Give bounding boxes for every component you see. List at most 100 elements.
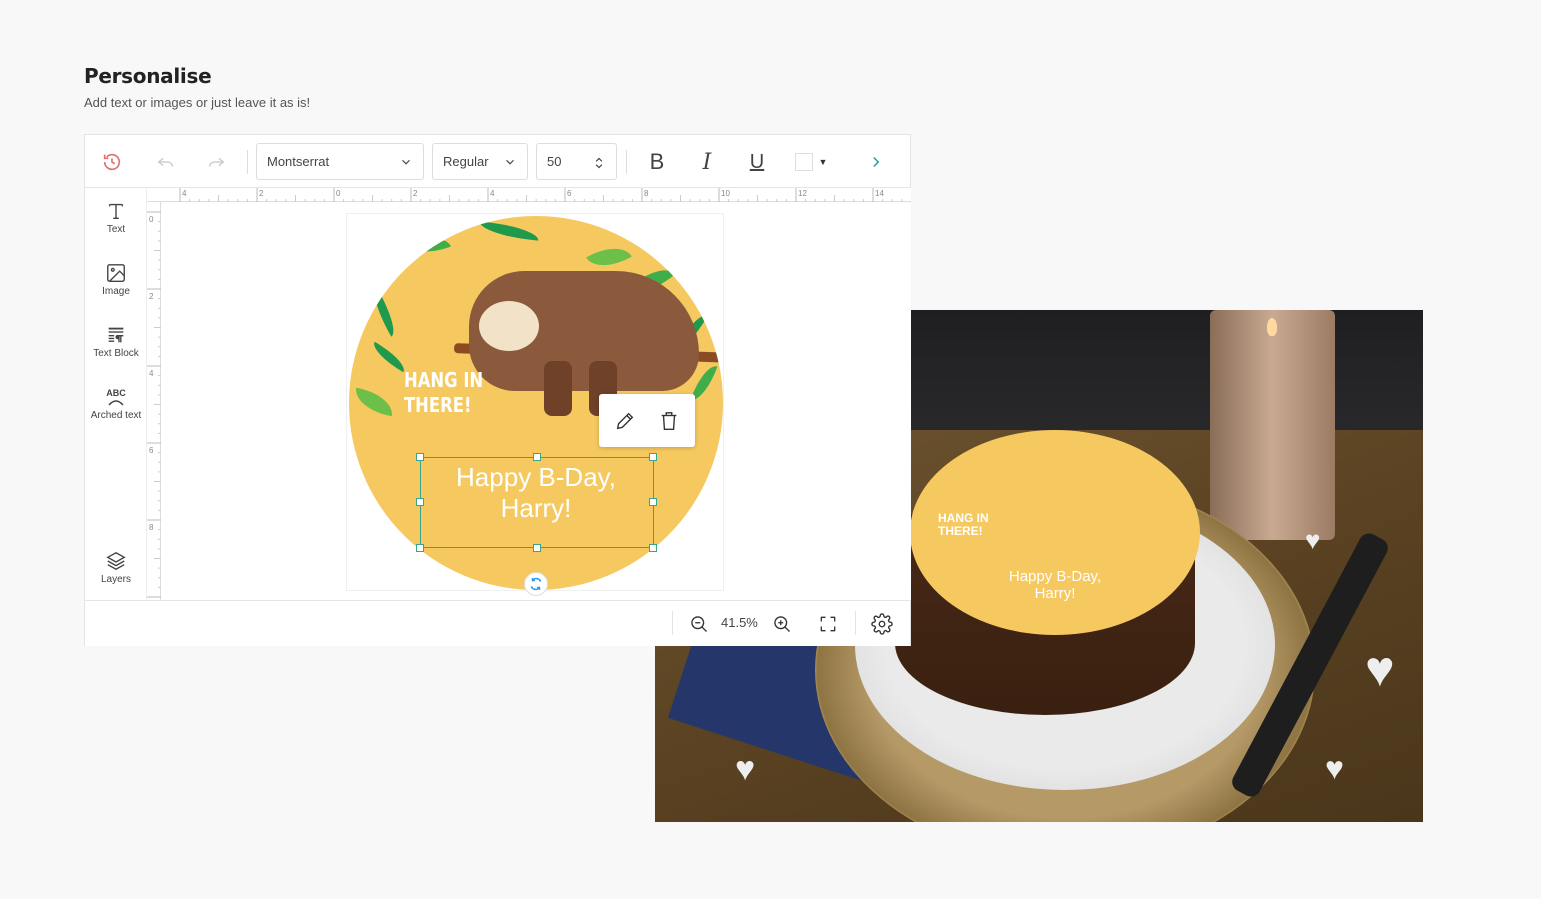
leaf-decoration (478, 221, 540, 241)
zoom-level: 41.5% (721, 615, 758, 630)
resize-handle-se[interactable] (649, 544, 657, 552)
resize-handle-nw[interactable] (416, 453, 424, 461)
sidebar-item-label: Text (106, 224, 126, 235)
photo-heart: ♥ (735, 750, 756, 788)
font-weight-value: Regular (443, 154, 489, 169)
rotate-icon (530, 577, 542, 591)
toolbar-divider (626, 150, 627, 174)
ruler-label: 2 (413, 189, 418, 198)
resize-handle-e[interactable] (649, 498, 657, 506)
ruler-label: 0 (149, 215, 154, 224)
undo-icon[interactable] (153, 149, 179, 175)
cake-text: Happy B-Day, Harry! (910, 568, 1200, 602)
chevron-right-icon[interactable] (863, 149, 889, 175)
sidebar-item-image[interactable]: Image (85, 262, 147, 297)
sidebar-item-arched-text[interactable]: ABC Arched text (85, 386, 147, 421)
cake-text-line1: Happy B-Day, (1008, 568, 1102, 585)
pencil-icon[interactable] (611, 407, 639, 435)
photo-candle (1210, 310, 1335, 540)
selection-box[interactable] (420, 457, 654, 548)
headline-line2: THERE! (404, 393, 472, 417)
ruler-label: 2 (149, 292, 154, 301)
sidebar-item-text[interactable]: Text (85, 200, 147, 235)
tools-sidebar: Text Image Text Block ABC Arched text La… (85, 188, 147, 600)
cake-text-line2: Harry! (1034, 585, 1076, 602)
cake-headline: HANG IN THERE! (938, 512, 989, 538)
design-editor: Montserrat Regular 50 B I U ▼ Text Image… (84, 134, 941, 665)
font-family-value: Montserrat (267, 154, 330, 169)
stepper-arrows-icon[interactable] (592, 155, 606, 171)
resize-handle-sw[interactable] (416, 544, 424, 552)
toolbar-divider (247, 150, 248, 174)
ruler-label: 4 (149, 369, 154, 378)
ruler-label: 0 (336, 189, 341, 198)
font-family-select[interactable]: Montserrat (256, 143, 424, 180)
leaf-decoration (366, 287, 402, 337)
photo-cake-topper: HANG IN THERE! Happy B-Day, Harry! (910, 430, 1200, 635)
image-icon (107, 264, 125, 282)
rotate-handle[interactable] (524, 572, 548, 596)
sloth-leg (544, 361, 572, 416)
chevron-down-icon (402, 159, 410, 165)
bottom-divider (672, 611, 673, 635)
ruler-label: 2 (259, 189, 264, 198)
ruler-label: 10 (721, 189, 730, 198)
zoom-in-icon[interactable] (771, 613, 793, 635)
sidebar-item-label: Image (102, 286, 130, 297)
text-icon (108, 203, 124, 220)
sidebar-item-label: Arched text (90, 410, 142, 421)
text-block-icon (108, 327, 124, 343)
sidebar-item-text-block[interactable]: Text Block (85, 324, 147, 359)
leaf-decoration (407, 229, 451, 261)
italic-button[interactable]: I (694, 149, 720, 175)
sloth-face (479, 301, 539, 351)
ruler-label: 8 (149, 523, 154, 532)
design-headline: HANG IN THERE! (404, 368, 483, 418)
design-canvas[interactable]: HANG IN THERE! Happy B-Day, Harry! (161, 203, 911, 600)
zoom-out-icon[interactable] (688, 613, 710, 635)
bold-button[interactable]: B (644, 149, 670, 175)
gear-icon[interactable] (871, 613, 893, 635)
resize-handle-ne[interactable] (649, 453, 657, 461)
svg-text:ABC: ABC (106, 388, 126, 398)
resize-handle-w[interactable] (416, 498, 424, 506)
artboard: HANG IN THERE! Happy B-Day, Harry! (346, 213, 724, 596)
trash-icon[interactable] (655, 407, 683, 435)
resize-handle-s[interactable] (533, 544, 541, 552)
bottom-divider (855, 611, 856, 635)
caret-down-icon: ▼ (818, 157, 828, 167)
cake-headline-line2: THERE! (938, 524, 983, 538)
underline-button[interactable]: U (744, 149, 770, 175)
editor-toolbar: Montserrat Regular 50 B I U ▼ (85, 135, 910, 188)
photo-flame (1267, 318, 1277, 336)
page-subtitle: Add text or images or just leave it as i… (84, 95, 311, 110)
headline-line1: HANG IN (404, 368, 484, 392)
ruler-label: 6 (149, 446, 154, 455)
font-size-stepper[interactable]: 50 (536, 143, 617, 180)
resize-handle-n[interactable] (533, 453, 541, 461)
ruler-label: 4 (490, 189, 495, 198)
ruler-label: 4 (182, 189, 187, 198)
arched-text-icon: ABC (106, 388, 126, 406)
color-swatch (794, 153, 813, 171)
sidebar-item-label: Text Block (93, 348, 139, 359)
font-weight-select[interactable]: Regular (432, 143, 528, 180)
page-title: Personalise (84, 64, 212, 88)
photo-heart: ♥ (1365, 641, 1395, 697)
fullscreen-icon[interactable] (817, 613, 839, 635)
photo-heart: ♥ (1305, 525, 1321, 555)
font-size-value: 50 (547, 154, 562, 169)
chevron-down-icon (506, 159, 514, 165)
redo-icon[interactable] (203, 149, 229, 175)
sidebar-item-layers[interactable]: Layers (85, 550, 147, 585)
horizontal-ruler: 4 2 0 2 4 6 8 10 12 14 (147, 188, 941, 202)
ruler-label: 12 (798, 189, 807, 198)
vertical-ruler: 0 2 4 6 8 (147, 202, 161, 665)
history-icon[interactable] (99, 149, 125, 175)
editor-bottom-bar: 41.5% (85, 600, 910, 646)
ruler-label: 6 (567, 189, 572, 198)
ruler-label: 14 (875, 189, 884, 198)
element-context-menu (599, 394, 695, 447)
text-color-picker[interactable]: ▼ (791, 149, 831, 175)
ruler-label: 8 (644, 189, 649, 198)
